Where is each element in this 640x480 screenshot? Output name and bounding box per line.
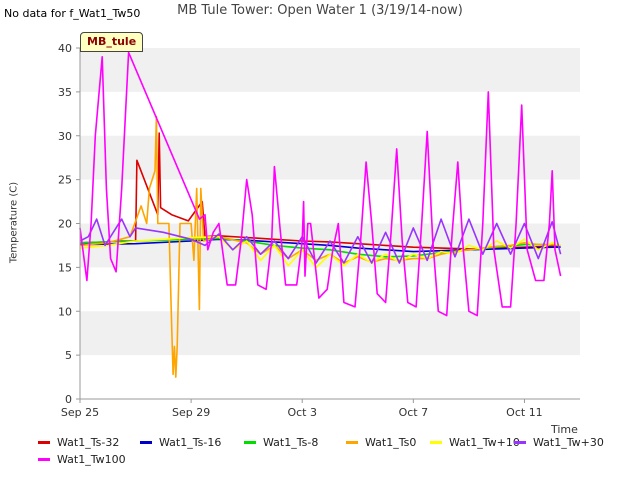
legend-swatch <box>244 440 256 444</box>
chart-title: MB Tule Tower: Open Water 1 (3/19/14-now… <box>177 3 463 18</box>
legend-item: Wat1_Tw+30 <box>514 436 604 449</box>
legend-label: Wat1_Tw+10 <box>449 436 520 449</box>
y-tick-label: 35 <box>58 86 72 99</box>
legend-swatch <box>38 440 50 444</box>
legend-item: Wat1_Tw100 <box>38 453 126 466</box>
legend-label: Wat1_Ts0 <box>365 436 417 449</box>
x-axis-label: Time <box>551 423 578 436</box>
legend-label: Wat1_Tw+30 <box>533 436 604 449</box>
legend-item: Wat1_Tw+10 <box>430 436 520 449</box>
grid-band <box>80 311 580 356</box>
y-tick-label: 10 <box>58 305 72 318</box>
x-tick-label: Sep 25 <box>61 406 99 419</box>
y-axis-label: Temperature (C) <box>8 181 20 264</box>
legend-swatch <box>38 457 50 461</box>
legend-item: Wat1_Ts-8 <box>244 436 318 449</box>
legend-swatch <box>430 440 442 444</box>
legend-item: Wat1_Ts-16 <box>140 436 221 449</box>
legend-swatch <box>140 440 152 444</box>
y-tick-label: 25 <box>58 174 72 187</box>
y-tick-label: 5 <box>65 349 72 362</box>
legend-swatch <box>514 440 526 444</box>
y-tick-label: 15 <box>58 261 72 274</box>
legend-swatch <box>346 440 358 444</box>
grid-bands <box>80 48 580 399</box>
legend-label: Wat1_Tw100 <box>57 453 126 466</box>
chart-canvas: 0 5 10 15 20 25 30 35 40 Sep 25 Sep 29 Oct 3 Oct 7 Oc… <box>58 42 580 419</box>
x-tick-label: Oct 7 <box>399 406 429 419</box>
y-tick-label: 30 <box>58 130 72 143</box>
y-tick-label: 20 <box>58 218 72 231</box>
legend-label: Wat1_Ts-8 <box>263 436 319 449</box>
site-badge[interactable]: MB_tule <box>80 32 144 52</box>
y-tick-label: 0 <box>65 393 72 406</box>
y-tick-label: 40 <box>58 42 72 55</box>
legend-label: Wat1_Ts-32 <box>57 436 120 449</box>
legend-item: Wat1_Ts0 <box>346 436 416 449</box>
x-tick-label: Oct 11 <box>506 406 543 419</box>
legend-label: Wat1_Ts-16 <box>159 436 222 449</box>
x-tick-label: Sep 29 <box>172 406 210 419</box>
legend-item: Wat1_Ts-32 <box>38 436 119 449</box>
x-tick-label: Oct 3 <box>287 406 317 419</box>
grid-band <box>80 48 580 92</box>
